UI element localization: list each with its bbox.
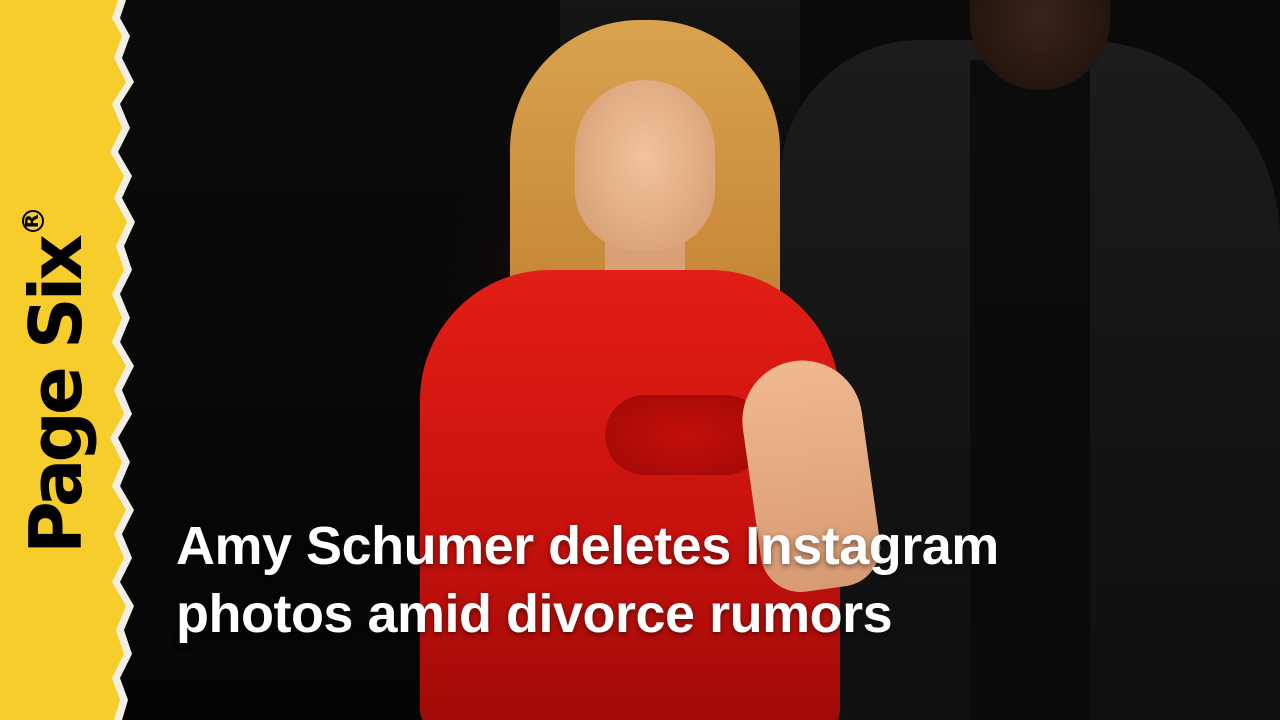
headline: Amy Schumer deletes Instagram photos ami… bbox=[176, 512, 1216, 648]
woman-face bbox=[575, 80, 715, 250]
page-six-logo: Page Six R bbox=[14, 168, 98, 554]
video-thumbnail: Page Six R Amy Schumer deletes Instagram… bbox=[0, 0, 1280, 720]
dress-bow bbox=[605, 395, 765, 475]
logo-text: Page Six bbox=[14, 238, 98, 554]
headline-line-2: photos amid divorce rumors bbox=[176, 584, 893, 644]
headline-line-1: Amy Schumer deletes Instagram bbox=[176, 516, 999, 576]
registered-mark-icon: R bbox=[22, 210, 44, 233]
